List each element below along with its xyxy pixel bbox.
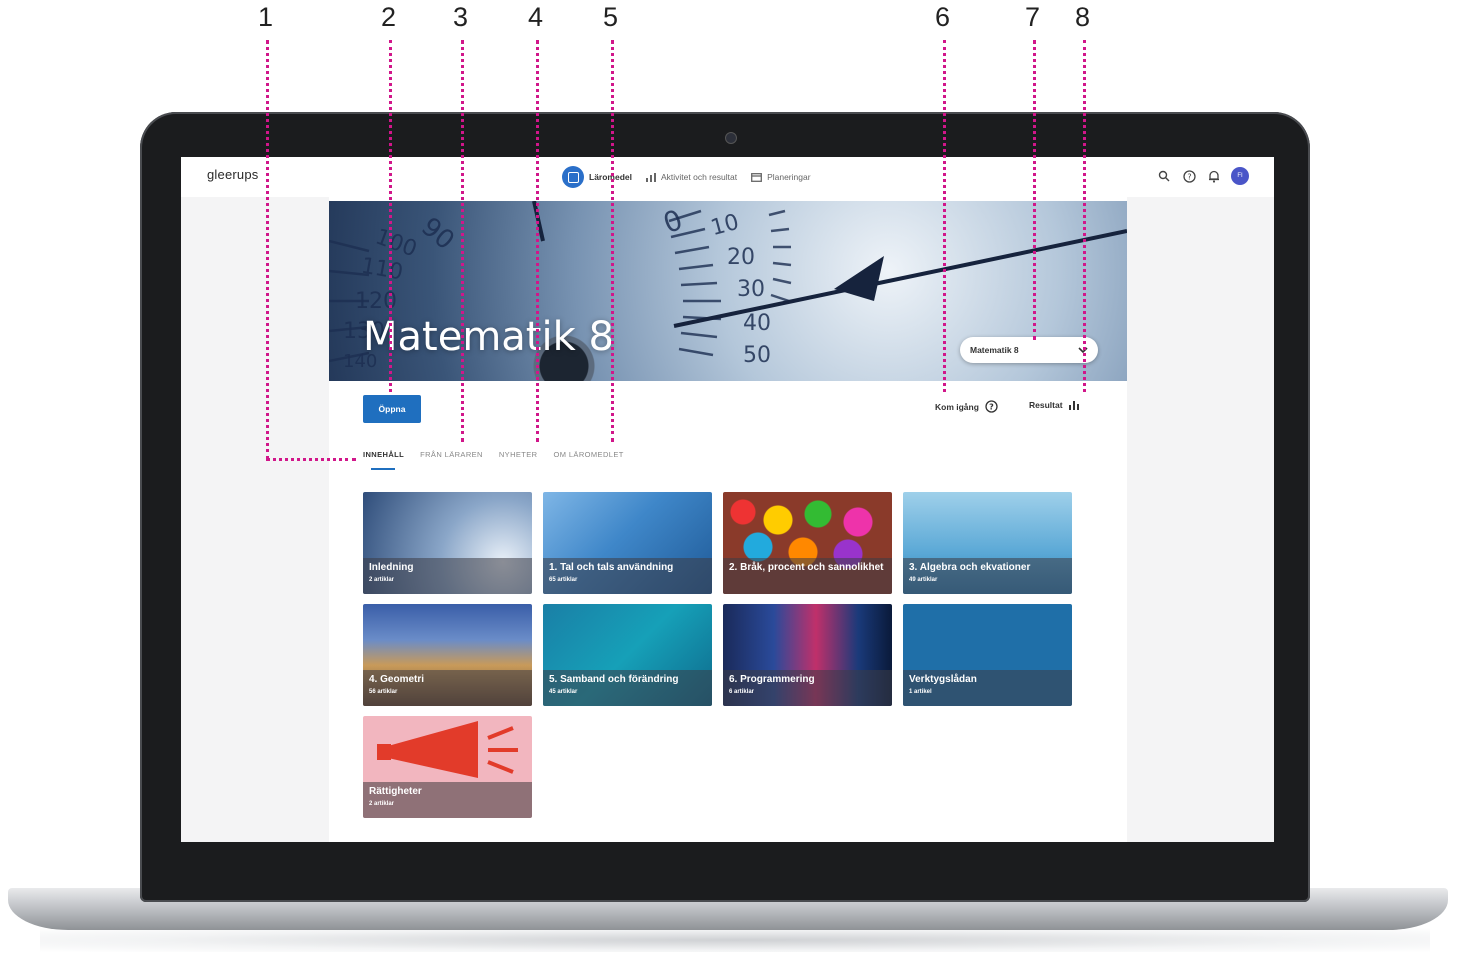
get-started-label: Kom igång xyxy=(935,401,979,412)
main-content: 100 90 110 120 130 140 0 10 20 30 40 50 … xyxy=(329,197,1127,842)
card-title: Inledning xyxy=(369,562,414,573)
card-title: 3. Algebra och ekvationer xyxy=(909,562,1031,573)
chapter-card[interactable]: 2. Bråk, procent och sannolikhet xyxy=(723,492,892,594)
nav-item-planeringar[interactable]: Planeringar xyxy=(751,172,811,182)
get-started-link[interactable]: Kom igång ? xyxy=(935,400,998,413)
card-count: 2 artiklar xyxy=(369,577,395,583)
card-title: 5. Samband och förändring xyxy=(549,674,679,685)
callout-number-7: 7 xyxy=(1025,2,1041,32)
nav-label-aktivitet: Aktivitet och resultat xyxy=(661,172,738,182)
nav-item-aktivitet[interactable]: Aktivitet och resultat xyxy=(646,172,737,182)
app-screen: gleerups Läromedel Aktivitet och resulta… xyxy=(181,157,1274,842)
callout-number-1: 1 xyxy=(258,2,274,32)
card-title: 4. Geometri xyxy=(369,674,425,685)
tab-innehall[interactable]: INNEHÅLL xyxy=(363,450,404,470)
callout-line-8 xyxy=(1083,40,1086,392)
callout-line-6 xyxy=(943,40,946,392)
version-select-value: Matematik 8 xyxy=(970,345,1019,355)
course-title: Matematik 8 xyxy=(363,314,614,360)
gauge-number: 30 xyxy=(737,277,765,302)
camera-icon xyxy=(725,132,737,144)
tab-nyheter[interactable]: NYHETER xyxy=(499,450,538,465)
callout-line-2 xyxy=(389,40,392,392)
chapter-card[interactable]: 1. Tal och tals användning 65 artiklar xyxy=(543,492,712,594)
tab-fran-lararen[interactable]: FRÅN LÄRAREN xyxy=(420,450,483,465)
callout-number-3: 3 xyxy=(453,2,469,32)
callout-line-3 xyxy=(461,40,464,442)
chapter-card[interactable]: 4. Geometri 56 artiklar xyxy=(363,604,532,706)
laptop-shadow xyxy=(40,928,1430,952)
callout-line-1-horizontal xyxy=(266,458,356,461)
card-count: 65 artiklar xyxy=(549,577,578,583)
help-icon[interactable]: ? xyxy=(1181,168,1197,184)
chapter-card[interactable]: 6. Programmering 6 artiklar xyxy=(723,604,892,706)
gauge-number: 20 xyxy=(727,245,755,270)
card-count: 1 artikel xyxy=(909,689,932,695)
chapter-card[interactable]: 3. Algebra och ekvationer 49 artiklar xyxy=(903,492,1072,594)
svg-text:?: ? xyxy=(989,403,994,412)
card-title: 1. Tal och tals användning xyxy=(549,562,674,573)
gleerups-logo[interactable]: gleerups xyxy=(207,167,258,182)
chapter-card[interactable]: Inledning 2 artiklar xyxy=(363,492,532,594)
card-count: 6 artiklar xyxy=(729,689,755,695)
calendar-icon xyxy=(751,173,763,182)
chapter-card[interactable]: Verktygslådan 1 artikel xyxy=(903,604,1072,706)
card-count: 49 artiklar xyxy=(909,577,938,583)
user-avatar[interactable]: FI xyxy=(1231,167,1249,185)
tab-om-laromedlet[interactable]: OM LÄROMEDLET xyxy=(554,450,624,465)
card-count: 2 artiklar xyxy=(369,801,395,807)
callout-number-8: 8 xyxy=(1075,2,1091,32)
main-nav: Läromedel Aktivitet och resultat Planeri… xyxy=(562,164,811,190)
card-title: Rättigheter xyxy=(369,786,422,797)
card-count: 45 artiklar xyxy=(549,689,578,695)
card-count: 56 artiklar xyxy=(369,689,398,695)
chapter-card[interactable]: Rättigheter 2 artiklar xyxy=(363,716,532,818)
callout-line-5 xyxy=(611,40,614,442)
book-icon xyxy=(562,166,584,188)
card-title: 6. Programmering xyxy=(729,674,815,685)
bar-chart-icon xyxy=(1068,401,1079,410)
card-title: 2. Bråk, procent och sannolikhet xyxy=(729,562,884,573)
callout-line-4 xyxy=(536,40,539,442)
results-link[interactable]: Resultat xyxy=(1029,400,1079,410)
version-select[interactable]: Matematik 8 xyxy=(960,337,1098,363)
callout-line-7 xyxy=(1033,40,1036,340)
bell-icon[interactable] xyxy=(1206,168,1222,184)
megaphone-icon xyxy=(377,721,518,778)
callout-number-6: 6 xyxy=(935,2,951,32)
card-title: Verktygslådan xyxy=(909,674,977,685)
gauge-number: 50 xyxy=(743,343,771,368)
top-bar: gleerups Läromedel Aktivitet och resulta… xyxy=(181,157,1274,197)
callout-number-5: 5 xyxy=(603,2,619,32)
search-icon[interactable] xyxy=(1156,168,1172,184)
callout-number-4: 4 xyxy=(528,2,544,32)
svg-text:?: ? xyxy=(1187,172,1191,181)
chapter-card[interactable]: 5. Samband och förändring 45 artiklar xyxy=(543,604,712,706)
callout-number-2: 2 xyxy=(381,2,397,32)
callout-line-1 xyxy=(266,40,269,460)
hero-banner: 100 90 110 120 130 140 0 10 20 30 40 50 … xyxy=(329,201,1127,381)
header-icons: ? FI xyxy=(1156,167,1249,185)
open-button[interactable]: Öppna xyxy=(363,395,421,423)
content-tabs: INNEHÅLL FRÅN LÄRAREN NYHETER OM LÄROMED… xyxy=(363,450,624,470)
bar-chart-icon xyxy=(646,172,656,182)
results-label: Resultat xyxy=(1029,400,1063,410)
nav-label-planeringar: Planeringar xyxy=(767,172,811,182)
gauge-number: 40 xyxy=(743,311,771,336)
nav-item-laromedel[interactable]: Läromedel xyxy=(562,166,632,188)
help-circle-icon: ? xyxy=(985,400,998,413)
